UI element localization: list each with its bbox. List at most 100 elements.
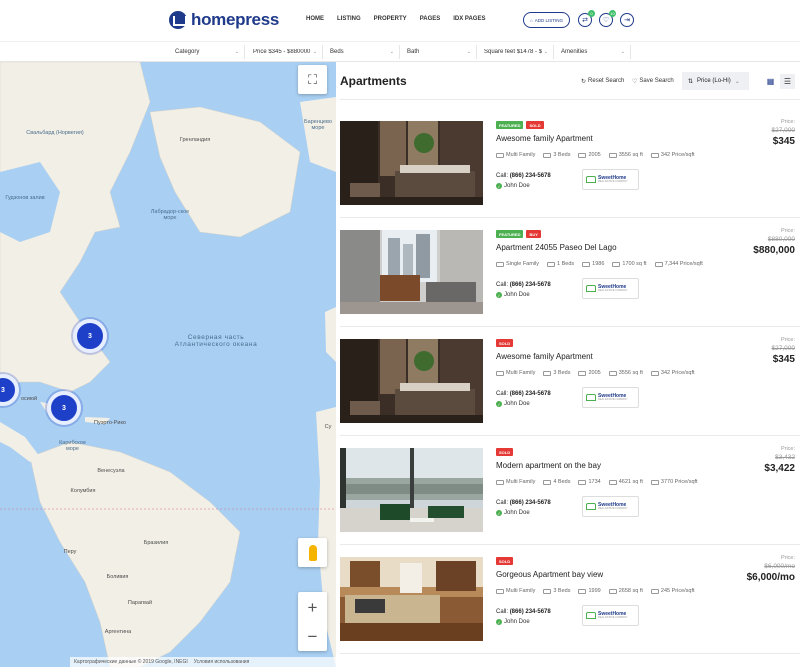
filter-beds[interactable]: Beds ⌄ <box>324 45 400 59</box>
agent-phone[interactable]: (866) 234-5678 <box>510 282 551 288</box>
filter-beds-label: Beds <box>330 49 344 55</box>
area-icon <box>612 261 621 267</box>
listing-card[interactable]: FEATURED BUY Apartment 24055 Paseo Del L… <box>340 208 800 317</box>
call-label: Call: <box>496 500 509 506</box>
year-built: 2005 <box>588 152 601 158</box>
save-search-button[interactable]: ♡ Save Search <box>632 72 674 90</box>
sold-badge: SOLD <box>526 121 544 129</box>
map-terms-link[interactable]: Условия использования <box>194 659 250 665</box>
filter-bath[interactable]: Bath ⌄ <box>401 45 477 59</box>
reset-search-label: Reset Search <box>588 78 625 84</box>
nav-pages[interactable]: PAGES <box>420 16 441 22</box>
agent-phone[interactable]: (866) 234-5678 <box>510 500 551 506</box>
old-price: $3,432 <box>775 454 795 461</box>
map-label-greenland: Гренландия <box>179 137 211 143</box>
sort-value: Price (Lo-Hi) <box>697 78 731 84</box>
agent[interactable]: ✓ John Doe <box>496 292 530 298</box>
area-icon <box>608 370 617 376</box>
price: $3,422 <box>764 463 795 474</box>
area-icon <box>608 479 617 485</box>
company-logo[interactable]: SweetHome REAL ESTATE COMPANY <box>582 278 639 299</box>
listing-photo[interactable] <box>340 230 483 314</box>
bed-icon <box>543 479 552 485</box>
favorites-button[interactable]: ♡ 10 <box>599 10 616 27</box>
listing-title[interactable]: Awesome family Apartment <box>496 352 593 361</box>
nav-home[interactable]: HOME <box>306 16 324 22</box>
agent-name: John Doe <box>504 292 530 298</box>
company-logo[interactable]: SweetHome REAL ESTATE COMPANY <box>582 605 639 626</box>
agent-phone[interactable]: (866) 234-5678 <box>510 609 551 615</box>
listing-photo[interactable] <box>340 121 483 205</box>
agent[interactable]: ✓ John Doe <box>496 619 530 625</box>
bedroom-photo <box>340 339 483 423</box>
sort-dropdown[interactable]: ⇅ Price (Lo-Hi) ⌄ <box>682 72 749 90</box>
map-cluster-marker[interactable]: 3 <box>47 391 81 425</box>
chevron-down-icon: ⌄ <box>466 49 471 55</box>
agent[interactable]: ✓ John Doe <box>496 510 530 516</box>
listing-photo[interactable] <box>340 339 483 423</box>
nav-property[interactable]: PROPERTY <box>374 16 407 22</box>
agent[interactable]: ✓ John Doe <box>496 401 530 407</box>
beds: 3 Beds <box>553 588 571 594</box>
page-title: Apartments <box>340 74 407 88</box>
listing-title[interactable]: Awesome family Apartment <box>496 134 593 143</box>
area-icon <box>608 588 617 594</box>
zoom-in-button[interactable]: + <box>308 593 318 622</box>
chevron-down-icon: ⌄ <box>543 49 548 55</box>
map-label-bolivia: Боливия <box>106 574 129 580</box>
heart-icon: ♡ <box>602 17 610 24</box>
listing-photo[interactable] <box>340 557 483 641</box>
company-logo[interactable]: SweetHome REAL ESTATE COMPANY <box>582 496 639 517</box>
listing-card[interactable]: FEATURED SOLD Awesome family Apartment M… <box>340 99 800 208</box>
zoom-out-button[interactable]: − <box>308 622 318 651</box>
pegman-icon <box>308 544 317 561</box>
map[interactable]: Свальбард (Норвегия) Баренцево море Грен… <box>0 62 336 667</box>
add-listing-label: ADD LISTING <box>534 17 563 23</box>
price-label: Price: <box>780 555 795 561</box>
reset-search-button[interactable]: ↻ Reset Search <box>581 72 624 90</box>
nav-idx-pages[interactable]: IDX PAGES <box>453 16 485 22</box>
listing-photo[interactable] <box>340 448 483 532</box>
bedroom-photo <box>340 121 483 205</box>
verified-icon: ✓ <box>496 183 502 189</box>
price-label: Price: <box>780 337 795 343</box>
login-button[interactable]: ⇥ <box>620 13 634 27</box>
agent[interactable]: ✓ John Doe <box>496 183 530 189</box>
verified-icon: ✓ <box>496 619 502 625</box>
old-price: $880,000 <box>767 236 795 243</box>
nav-listing[interactable]: LISTING <box>337 16 361 22</box>
company-logo[interactable]: SweetHome REAL ESTATE COMPANY <box>582 169 639 190</box>
featured-badge: FEATURED <box>496 121 524 129</box>
listing-title[interactable]: Gorgeous Apartment bay view <box>496 570 603 579</box>
filter-amenities[interactable]: Amenities ⌄ <box>555 45 631 59</box>
listing-card[interactable]: SOLD Modern apartment on the bay Multi F… <box>340 426 800 535</box>
listing-card[interactable]: SOLD Awesome family Apartment Multi Fami… <box>340 317 800 426</box>
kitchen-photo <box>340 557 483 641</box>
company-logo[interactable]: SweetHome REAL ESTATE COMPANY <box>582 387 639 408</box>
listing-card[interactable]: SOLD Gorgeous Apartment bay view Multi F… <box>340 535 800 644</box>
listing-meta: Multi Family 3 Beds 2005 3556 sq ft 342 … <box>496 370 695 376</box>
heart-icon: ♡ <box>632 78 638 85</box>
fullscreen-button[interactable]: ⛶ <box>298 65 327 94</box>
agent-phone[interactable]: (866) 234-5678 <box>510 173 551 179</box>
filter-price[interactable]: Price $345 - $880000 ⌄ <box>247 45 323 59</box>
featured-badge: FEATURED <box>496 230 524 238</box>
grid-view-button[interactable]: ▦ <box>763 74 778 89</box>
filter-amenities-label: Amenities <box>561 49 588 55</box>
agent-phone[interactable]: (866) 234-5678 <box>510 391 551 397</box>
filter-sqft[interactable]: Square feet $1478 - $ ⌄ <box>478 45 554 59</box>
price-sqft-icon <box>654 261 663 267</box>
add-listing-button[interactable]: ⌂ ADD LISTING <box>523 12 570 28</box>
map-label-venezuela: Венесуэла <box>97 468 125 474</box>
listing-title[interactable]: Modern apartment on the bay <box>496 461 601 470</box>
filter-category[interactable]: Category ⌄ <box>169 45 245 59</box>
price-per-sqft: 342 Price/sqft <box>660 370 695 376</box>
listing-title[interactable]: Apartment 24055 Paseo Del Lago <box>496 243 617 252</box>
beds: 3 Beds <box>553 370 571 376</box>
map-cluster-marker[interactable]: 3 <box>73 319 107 353</box>
calendar-icon <box>578 370 587 376</box>
compare-button[interactable]: ⇄ 0 <box>578 10 595 27</box>
list-view-button[interactable]: ☰ <box>780 74 795 89</box>
logo[interactable]: homepress <box>169 10 279 30</box>
street-view-pegman[interactable] <box>298 538 327 567</box>
